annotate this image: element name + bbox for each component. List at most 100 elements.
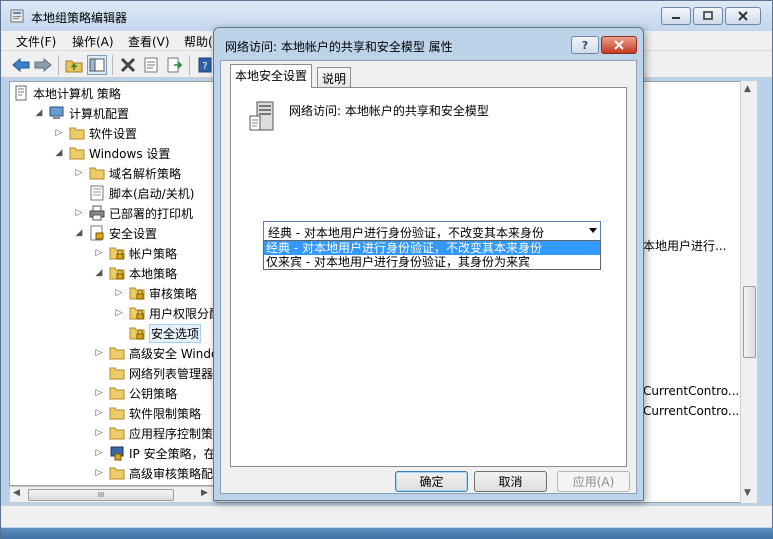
policy-properties-dialog: 网络访问: 本地帐户的共享和安全模型 属性 ? 本地安全设置 说明 网络访问: … bbox=[213, 27, 644, 501]
collapsed-arrow-icon[interactable]: ▷ bbox=[93, 407, 105, 419]
computer-policy-icon bbox=[13, 85, 29, 101]
export-list-button[interactable] bbox=[164, 55, 184, 75]
computer-icon bbox=[49, 105, 65, 121]
option-classic[interactable]: 经典 - 对本地用户进行身份验证，不改变其本来身份 bbox=[264, 241, 600, 255]
details-vertical-scrollbar[interactable]: ▲ ▼ bbox=[740, 81, 757, 503]
collapsed-arrow-icon[interactable]: ▷ bbox=[93, 427, 105, 439]
security-settings-icon bbox=[89, 225, 105, 241]
tree-item[interactable]: ▷ 审核策略 bbox=[113, 283, 197, 303]
tree-item-label: 脚本(启动/关机) bbox=[109, 186, 195, 201]
tree-item-label: 用户权限分配 bbox=[149, 306, 214, 321]
tree-item-label: 审核策略 bbox=[149, 286, 198, 301]
delete-x-icon bbox=[120, 57, 136, 73]
console-tree[interactable]: 本地计算机 策略 ◢ 计算机配置 ▷ 软件设置 ◢ Windows 设置 ▷ 域名解析策略脚本(… bbox=[9, 81, 214, 486]
folder-icon bbox=[109, 465, 125, 481]
server-policy-icon bbox=[249, 101, 274, 131]
option-guest-only[interactable]: 仅来宾 - 对本地用户进行身份验证，其身份为来宾 bbox=[264, 255, 600, 269]
minimize-button[interactable] bbox=[661, 7, 691, 25]
tree-item[interactable]: ▷ 公钥策略 bbox=[93, 383, 177, 403]
collapsed-arrow-icon[interactable]: ▷ bbox=[73, 207, 85, 219]
tree-item-label: 软件设置 bbox=[89, 126, 138, 141]
dialog-help-button[interactable]: ? bbox=[571, 36, 599, 54]
tree-item[interactable]: ▷ 高级安全 Windows bbox=[93, 343, 213, 363]
tree-item[interactable]: 本地计算机 策略 bbox=[13, 83, 121, 103]
details-scroll-thumb[interactable] bbox=[743, 286, 756, 358]
collapsed-arrow-icon[interactable]: ▷ bbox=[93, 447, 105, 459]
tree-item[interactable]: ▷ 域名解析策略 bbox=[73, 163, 181, 183]
tree-item[interactable]: ◢ 安全设置 bbox=[73, 223, 157, 243]
tree-item[interactable]: ▷ 软件限制策略 bbox=[93, 403, 201, 423]
tree-item[interactable]: 网络列表管理器策略 bbox=[93, 363, 213, 383]
close-icon bbox=[614, 40, 624, 50]
scroll-up-icon[interactable]: ▲ bbox=[744, 84, 751, 94]
ip-security-icon bbox=[109, 445, 125, 461]
collapsed-arrow-icon[interactable]: ▷ bbox=[93, 467, 105, 479]
lock-folder-icon bbox=[129, 285, 145, 301]
apply-button[interactable]: 应用(A) bbox=[557, 471, 630, 492]
expanded-arrow-icon[interactable]: ◢ bbox=[33, 107, 45, 119]
tree-item[interactable]: ▷ 帐户策略 bbox=[93, 243, 177, 263]
folder-icon bbox=[69, 145, 85, 161]
properties-button[interactable] bbox=[141, 55, 161, 75]
tree-item[interactable]: ▷ 已部署的打印机 bbox=[73, 203, 193, 223]
delete-button[interactable] bbox=[118, 55, 138, 75]
tree-item[interactable]: ▷ 用户权限分配 bbox=[113, 303, 214, 323]
ok-button[interactable]: 确定 bbox=[395, 471, 468, 492]
tree-item[interactable]: ▷ 软件设置 bbox=[53, 123, 137, 143]
collapsed-arrow-icon[interactable]: ▷ bbox=[113, 287, 125, 299]
help-toolbar-button[interactable]: ? bbox=[195, 55, 215, 75]
tree-item-label: Windows 设置 bbox=[89, 146, 171, 161]
back-button[interactable] bbox=[11, 55, 31, 75]
dropdown-arrow-icon[interactable] bbox=[589, 228, 597, 233]
menu-file[interactable]: 文件(F) bbox=[13, 33, 59, 50]
menu-view[interactable]: 查看(V) bbox=[125, 33, 173, 50]
expanded-arrow-icon[interactable]: ◢ bbox=[73, 227, 85, 239]
show-hide-tree-button[interactable] bbox=[87, 55, 107, 75]
collapsed-arrow-icon[interactable]: ▷ bbox=[93, 387, 105, 399]
dialog-title: 网络访问: 本地帐户的共享和安全模型 属性 bbox=[225, 40, 453, 54]
tab-explain[interactable]: 说明 bbox=[317, 67, 352, 88]
collapsed-arrow-icon[interactable]: ▷ bbox=[93, 347, 105, 359]
tree-scroll-thumb[interactable]: III bbox=[28, 489, 174, 501]
toolbar-separator bbox=[189, 55, 190, 75]
expanded-arrow-icon[interactable]: ◢ bbox=[53, 147, 65, 159]
folder-icon bbox=[109, 425, 125, 441]
folder-icon bbox=[109, 365, 125, 381]
tree-item[interactable]: ◢ 本地策略 bbox=[93, 263, 177, 283]
tree-item-label: 安全设置 bbox=[109, 226, 158, 241]
collapsed-arrow-icon[interactable]: ▷ bbox=[53, 127, 65, 139]
scroll-left-icon[interactable]: ◀ bbox=[13, 488, 20, 498]
policy-editor-app-icon bbox=[10, 9, 24, 23]
dialog-body: 本地安全设置 说明 网络访问: 本地帐户的共享和安全模型 经典 - 对本地用户进… bbox=[220, 60, 637, 494]
tree-item[interactable]: ▷ 应用程序控制策略 bbox=[93, 423, 213, 443]
tree-item-label: 计算机配置 bbox=[69, 106, 130, 121]
tab-local-security-setting[interactable]: 本地安全设置 bbox=[230, 64, 313, 88]
tree-horizontal-scrollbar[interactable]: ◀ III ▶ bbox=[9, 486, 214, 503]
up-level-button[interactable] bbox=[64, 55, 84, 75]
tree-item[interactable]: ◢ 计算机配置 bbox=[33, 103, 129, 123]
tree-item[interactable]: 安全选项 bbox=[113, 323, 202, 343]
tree-item[interactable]: ◢ Windows 设置 bbox=[53, 143, 171, 163]
collapsed-arrow-icon[interactable]: ▷ bbox=[113, 307, 125, 319]
tree-item[interactable]: ▷ IP 安全策略，在 本 bbox=[93, 443, 213, 463]
menu-help[interactable]: 帮助( bbox=[181, 33, 216, 50]
cancel-button[interactable]: 取消 bbox=[474, 471, 547, 492]
forward-button[interactable] bbox=[33, 55, 53, 75]
folder-icon bbox=[109, 345, 125, 361]
tree-item[interactable]: 脚本(启动/关机) bbox=[73, 183, 194, 203]
scroll-down-icon[interactable]: ▼ bbox=[744, 488, 751, 498]
close-button[interactable] bbox=[725, 7, 761, 25]
sharing-model-select[interactable]: 经典 - 对本地用户进行身份验证，不改变其本来身份 bbox=[263, 221, 601, 241]
dialog-close-button[interactable] bbox=[601, 36, 637, 54]
collapsed-arrow-icon[interactable]: ▷ bbox=[73, 167, 85, 179]
collapsed-arrow-icon[interactable]: ▷ bbox=[93, 247, 105, 259]
tree-item-label: 软件限制策略 bbox=[129, 406, 202, 421]
scroll-right-icon[interactable]: ▶ bbox=[201, 488, 208, 498]
tree-item[interactable]: ▷ 高级审核策略配置 bbox=[93, 463, 213, 483]
maximize-button[interactable] bbox=[693, 7, 723, 25]
properties-icon bbox=[144, 57, 158, 73]
expanded-arrow-icon[interactable]: ◢ bbox=[93, 267, 105, 279]
tree-item-label: 帐户策略 bbox=[129, 246, 178, 261]
menu-action[interactable]: 操作(A) bbox=[69, 33, 117, 50]
